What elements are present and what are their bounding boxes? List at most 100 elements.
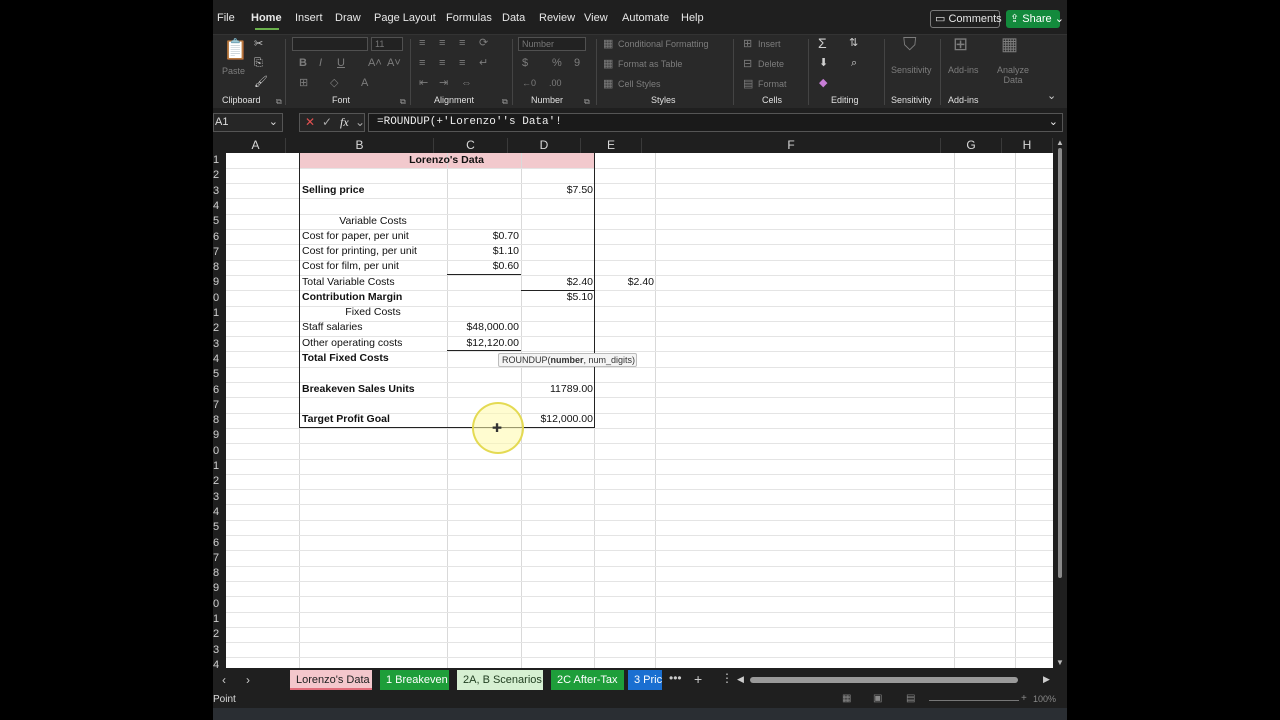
sort-filter-icon[interactable]: ⇅ xyxy=(849,36,858,50)
align-left-icon[interactable]: ≡ xyxy=(419,56,425,70)
row-header[interactable]: 5 xyxy=(213,367,226,382)
conditional-formatting-label[interactable]: Conditional Formatting xyxy=(618,39,709,49)
menu-view[interactable]: View xyxy=(584,12,608,24)
row-header[interactable]: 6 xyxy=(213,230,226,245)
more-sheets-icon[interactable]: ••• xyxy=(669,671,682,685)
row-header[interactable]: 7 xyxy=(213,551,226,566)
align-right-icon[interactable]: ≡ xyxy=(459,56,465,70)
staff-salaries-value[interactable]: $48,000.00 xyxy=(447,320,519,335)
cell-area[interactable]: Lorenzo's Data Selling price $7.50 Varia… xyxy=(226,153,1053,668)
sheet-title[interactable]: Lorenzo's Data xyxy=(299,153,594,168)
target-profit-value[interactable]: $12,000.00 xyxy=(521,412,593,427)
row-header[interactable]: 1 xyxy=(213,306,226,321)
format-cells-label[interactable]: Format xyxy=(758,79,787,89)
row-header[interactable]: 8 xyxy=(213,566,226,581)
number-format-box[interactable]: Number xyxy=(518,37,586,51)
row-header[interactable]: 4 xyxy=(213,505,226,520)
percent-icon[interactable]: % xyxy=(552,56,562,70)
sheet-tab[interactable]: 2C After-Tax xyxy=(551,670,624,690)
delete-cells-label[interactable]: Delete xyxy=(758,59,784,69)
add-sheet-icon[interactable]: + xyxy=(694,671,702,687)
row-header[interactable]: 6 xyxy=(213,536,226,551)
alignment-launcher-icon[interactable]: ⧉ xyxy=(502,97,508,107)
format-painter-icon[interactable]: 🖌 xyxy=(254,75,268,89)
column-header-b[interactable]: B xyxy=(286,138,434,153)
italic-icon[interactable]: I xyxy=(319,56,322,70)
find-select-icon[interactable]: ⌕ xyxy=(851,56,857,70)
sheet-tab[interactable]: 2A, B Scenarios xyxy=(457,670,543,690)
row-header[interactable]: 0 xyxy=(213,444,226,459)
scroll-up-icon[interactable]: ▲ xyxy=(1056,138,1064,147)
column-header-h[interactable]: H xyxy=(1002,138,1053,153)
cell-styles-icon[interactable]: ▦ xyxy=(603,77,613,91)
row-header[interactable]: 0 xyxy=(213,597,226,612)
contribution-margin-value[interactable]: $5.10 xyxy=(521,290,593,305)
merge-center-icon[interactable]: ⇔ xyxy=(461,76,472,90)
column-header-c[interactable]: C xyxy=(434,138,508,153)
menu-draw[interactable]: Draw xyxy=(335,12,361,24)
sensitivity-button-label[interactable]: Sensitivity xyxy=(891,65,932,75)
contribution-margin-label[interactable]: Contribution Margin xyxy=(302,290,402,305)
next-sheet-icon[interactable]: › xyxy=(246,673,250,687)
autosum-icon[interactable]: Σ xyxy=(818,36,827,50)
staff-salaries-label[interactable]: Staff salaries xyxy=(302,320,363,335)
menu-home[interactable]: Home xyxy=(251,12,282,24)
printing-cost-label[interactable]: Cost for printing, per unit xyxy=(302,244,417,259)
font-size-box[interactable]: 11 xyxy=(371,37,403,51)
row-header[interactable]: 4 xyxy=(213,199,226,214)
number-launcher-icon[interactable]: ⧉ xyxy=(584,97,590,107)
row-header[interactable]: 4 xyxy=(213,352,226,367)
row-header[interactable]: 9 xyxy=(213,275,226,290)
row-header[interactable]: 2 xyxy=(213,168,226,183)
font-color-icon[interactable]: A xyxy=(361,76,368,90)
row-header[interactable]: 8 xyxy=(213,413,226,428)
film-cost-label[interactable]: Cost for film, per unit xyxy=(302,259,399,274)
paper-cost-value[interactable]: $0.70 xyxy=(447,229,519,244)
increase-font-icon[interactable]: A˄ xyxy=(368,56,382,70)
menu-page-layout[interactable]: Page Layout xyxy=(374,12,436,24)
format-cells-icon[interactable]: ▤ xyxy=(743,77,753,91)
selling-price-value[interactable]: $7.50 xyxy=(521,183,593,198)
row-header[interactable]: 4 xyxy=(213,658,226,668)
column-header-d[interactable]: D xyxy=(508,138,581,153)
menu-insert[interactable]: Insert xyxy=(295,12,323,24)
total-variable-label[interactable]: Total Variable Costs xyxy=(302,275,395,290)
column-header-f[interactable]: F xyxy=(642,138,941,153)
font-name-box[interactable] xyxy=(292,37,368,51)
vertical-scroll-thumb[interactable] xyxy=(1058,148,1062,578)
row-header[interactable]: 9 xyxy=(213,428,226,443)
variable-costs-header[interactable]: Variable Costs xyxy=(299,214,447,229)
function-tooltip[interactable]: ROUNDUP(number, num_digits) xyxy=(498,353,637,367)
horizontal-scroll-thumb[interactable] xyxy=(750,677,1018,683)
decrease-font-icon[interactable]: A˅ xyxy=(387,56,401,70)
hscroll-right-icon[interactable]: ▶ xyxy=(1043,674,1050,685)
align-bottom-icon[interactable]: ≡ xyxy=(459,36,465,50)
align-middle-icon[interactable]: ≡ xyxy=(439,36,445,50)
row-header[interactable]: 7 xyxy=(213,245,226,260)
sheet-tab[interactable]: 1 Breakeven xyxy=(380,670,449,690)
row-header[interactable]: 5 xyxy=(213,214,226,229)
menu-data[interactable]: Data xyxy=(502,12,525,24)
page-layout-view-icon[interactable]: ▣ xyxy=(873,693,882,704)
row-header[interactable]: 3 xyxy=(213,337,226,352)
column-header-a[interactable]: A xyxy=(226,138,286,153)
align-center-icon[interactable]: ≡ xyxy=(439,56,445,70)
film-cost-value[interactable]: $0.60 xyxy=(447,259,519,274)
column-header-e[interactable]: E xyxy=(581,138,642,153)
column-header-g[interactable]: G xyxy=(941,138,1002,153)
menu-formulas[interactable]: Formulas xyxy=(446,12,492,24)
clear-icon[interactable]: ◆ xyxy=(819,76,827,90)
insert-cells-icon[interactable]: ⊞ xyxy=(743,37,752,51)
conditional-formatting-icon[interactable]: ▦ xyxy=(603,37,613,51)
vertical-scrollbar[interactable]: ▲ ▼ xyxy=(1053,138,1067,668)
fill-icon[interactable]: ⬇ xyxy=(819,56,828,70)
cut-icon[interactable]: ✂ xyxy=(254,37,263,51)
fill-color-icon[interactable]: ◇ xyxy=(330,76,338,90)
comma-style-icon[interactable]: 9 xyxy=(574,56,580,70)
other-operating-label[interactable]: Other operating costs xyxy=(302,336,402,351)
row-header[interactable]: 2 xyxy=(213,321,226,336)
currency-icon[interactable]: $ xyxy=(522,56,528,70)
wrap-text-icon[interactable]: ↵ xyxy=(479,56,488,70)
font-launcher-icon[interactable]: ⧉ xyxy=(400,97,406,107)
menu-help[interactable]: Help xyxy=(681,12,704,24)
